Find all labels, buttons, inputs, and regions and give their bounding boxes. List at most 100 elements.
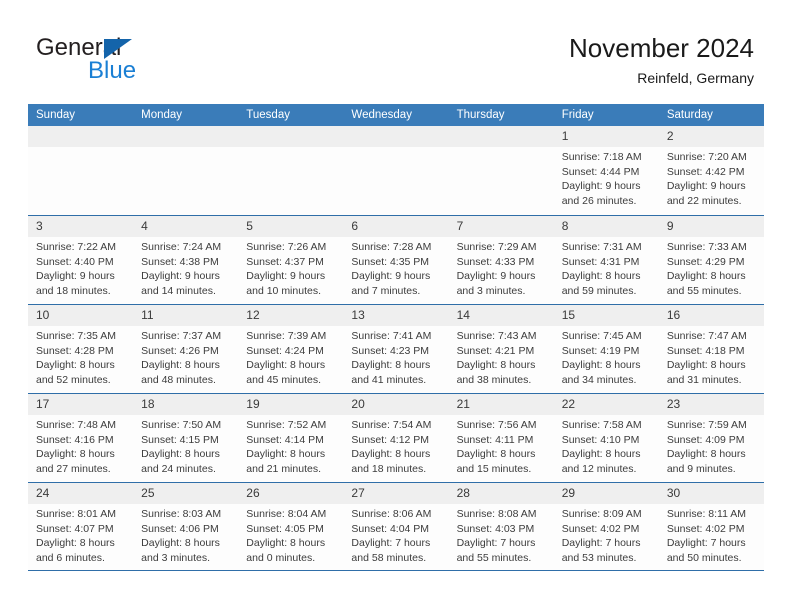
calendar-day-cell[interactable]: 11 Sunrise: 7:37 AM Sunset: 4:26 PM Dayligh… bbox=[133, 305, 239, 393]
sunset-text: Sunset: 4:31 PM bbox=[561, 255, 640, 268]
calendar-day-cell[interactable]: 21 Sunrise: 7:56 AM Sunset: 4:11 PM Dayligh… bbox=[448, 394, 554, 482]
daylight-text-line2: and 18 minutes. bbox=[36, 284, 111, 297]
daylight-text-line2: and 59 minutes. bbox=[561, 284, 637, 297]
sunset-text: Sunset: 4:21 PM bbox=[456, 344, 535, 357]
calendar-day-cell[interactable]: 14 Sunrise: 7:43 AM Sunset: 4:21 PM Dayligh… bbox=[448, 305, 554, 393]
calendar-day-cell[interactable]: 2 Sunrise: 7:20 AM Sunset: 4:42 PM Daylight… bbox=[658, 126, 764, 215]
day-number-band: 20 bbox=[343, 394, 449, 415]
sunset-text: Sunset: 4:11 PM bbox=[456, 433, 534, 446]
calendar-day-cell[interactable]: 25 Sunrise: 8:03 AM Sunset: 4:06 PM Dayligh… bbox=[133, 483, 239, 570]
calendar-day-cell[interactable]: 4 Sunrise: 7:24 AM Sunset: 4:38 PM Daylight… bbox=[133, 216, 239, 304]
day-details bbox=[133, 147, 238, 150]
day-number: 7 bbox=[456, 219, 464, 233]
day-details bbox=[449, 147, 554, 150]
calendar-day-cell[interactable]: 3 Sunrise: 7:22 AM Sunset: 4:40 PM Daylight… bbox=[28, 216, 134, 304]
calendar-day-cell[interactable]: 5 Sunrise: 7:26 AM Sunset: 4:37 PM Daylight… bbox=[238, 216, 344, 304]
day-number-band: 3 bbox=[28, 216, 134, 237]
sunrise-text: Sunrise: 7:28 AM bbox=[351, 241, 432, 253]
day-number: 2 bbox=[666, 129, 674, 143]
calendar-day-cell[interactable]: 29 Sunrise: 8:09 AM Sunset: 4:02 PM Dayligh… bbox=[553, 483, 659, 570]
daylight-text-line2: and 7 minutes. bbox=[351, 284, 421, 297]
daylight-text-line2: and 0 minutes. bbox=[246, 551, 316, 564]
daylight-text-line2: and 48 minutes. bbox=[141, 373, 216, 386]
calendar-day-cell[interactable]: 7 Sunrise: 7:29 AM Sunset: 4:33 PM Daylight… bbox=[448, 216, 554, 304]
calendar-day-cell[interactable]: 18 Sunrise: 7:50 AM Sunset: 4:15 PM Dayligh… bbox=[133, 394, 239, 482]
sunset-text: Sunset: 4:35 PM bbox=[351, 255, 430, 268]
day-number: 8 bbox=[561, 219, 569, 233]
calendar-day-cell[interactable]: 1 Sunrise: 7:18 AM Sunset: 4:44 PM Daylight… bbox=[553, 126, 659, 215]
calendar-day-cell[interactable]: 30 Sunrise: 8:11 AM Sunset: 4:02 PM Dayligh… bbox=[658, 483, 764, 570]
sunset-text: Sunset: 4:09 PM bbox=[666, 433, 745, 446]
day-number: 5 bbox=[246, 219, 253, 233]
sunrise-text: Sunrise: 7:37 AM bbox=[141, 330, 222, 342]
daylight-text-line2: and 24 minutes. bbox=[141, 462, 216, 475]
calendar-week-row: 10 Sunrise: 7:35 AM Sunset: 4:28 PM Dayligh… bbox=[28, 304, 764, 393]
sunset-text: Sunset: 4:05 PM bbox=[246, 522, 324, 535]
day-number: 25 bbox=[141, 486, 155, 500]
calendar-page: General Blue November 2024 Reinfeld, Ger… bbox=[0, 0, 792, 612]
weekday-header-saturday: Saturday bbox=[666, 109, 713, 121]
day-number-band: 26 bbox=[238, 483, 344, 504]
daylight-text-line1: Daylight: 8 hours bbox=[666, 359, 746, 372]
day-number-band: 5 bbox=[238, 216, 344, 237]
calendar-day-cell[interactable]: 22 Sunrise: 7:58 AM Sunset: 4:10 PM Dayligh… bbox=[553, 394, 659, 482]
day-number: 20 bbox=[351, 397, 365, 411]
calendar-day-cell[interactable]: 19 Sunrise: 7:52 AM Sunset: 4:14 PM Dayligh… bbox=[238, 394, 344, 482]
sunset-text: Sunset: 4:26 PM bbox=[141, 344, 219, 357]
calendar-day-cell[interactable]: 23 Sunrise: 7:59 AM Sunset: 4:09 PM Dayligh… bbox=[658, 394, 764, 482]
calendar-day-cell[interactable]: 16 Sunrise: 7:47 AM Sunset: 4:18 PM Dayligh… bbox=[658, 305, 764, 393]
weekday-header-wednesday: Wednesday bbox=[351, 109, 412, 121]
calendar-day-cell[interactable]: 27 Sunrise: 8:06 AM Sunset: 4:04 PM Dayligh… bbox=[343, 483, 449, 570]
title-block: November 2024 Reinfeld, Germany bbox=[569, 32, 754, 88]
calendar-day-cell[interactable]: 20 Sunrise: 7:54 AM Sunset: 4:12 PM Dayligh… bbox=[343, 394, 449, 482]
day-number-band: 12 bbox=[238, 305, 344, 326]
day-details: Sunrise: 7:50 AM Sunset: 4:15 PM Daylight:… bbox=[133, 415, 238, 476]
day-number-band bbox=[448, 126, 554, 147]
day-number-band: 21 bbox=[448, 394, 554, 415]
day-details: Sunrise: 7:33 AM Sunset: 4:29 PM Daylight:… bbox=[659, 237, 764, 298]
day-details: Sunrise: 7:47 AM Sunset: 4:18 PM Daylight:… bbox=[659, 326, 764, 387]
calendar-day-cell[interactable]: 9 Sunrise: 7:33 AM Sunset: 4:29 PM Daylight… bbox=[658, 216, 764, 304]
sunrise-text: Sunrise: 7:33 AM bbox=[666, 241, 747, 253]
calendar-day-cell[interactable]: 8 Sunrise: 7:31 AM Sunset: 4:31 PM Daylight… bbox=[553, 216, 659, 304]
calendar-week-row: 3 Sunrise: 7:22 AM Sunset: 4:40 PM Daylight… bbox=[28, 215, 764, 304]
sunrise-text: Sunrise: 7:48 AM bbox=[36, 419, 116, 431]
daylight-text-line2: and 58 minutes. bbox=[351, 551, 427, 564]
calendar-day-cell[interactable]: 6 Sunrise: 7:28 AM Sunset: 4:35 PM Daylight… bbox=[343, 216, 449, 304]
sunrise-text: Sunrise: 7:58 AM bbox=[561, 419, 642, 431]
sunset-text: Sunset: 4:10 PM bbox=[561, 433, 640, 446]
page-subtitle: Reinfeld, Germany bbox=[637, 70, 754, 86]
day-details: Sunrise: 7:20 AM Sunset: 4:42 PM Daylight:… bbox=[659, 147, 764, 208]
daylight-text-line1: Daylight: 8 hours bbox=[246, 537, 326, 550]
calendar-day-cell[interactable]: 17 Sunrise: 7:48 AM Sunset: 4:16 PM Dayligh… bbox=[28, 394, 134, 482]
calendar-day-cell[interactable]: 26 Sunrise: 8:04 AM Sunset: 4:05 PM Dayligh… bbox=[238, 483, 344, 570]
sunset-text: Sunset: 4:44 PM bbox=[561, 165, 640, 178]
day-details: Sunrise: 7:37 AM Sunset: 4:26 PM Daylight:… bbox=[133, 326, 238, 387]
calendar-day-cell[interactable]: 24 Sunrise: 8:01 AM Sunset: 4:07 PM Dayligh… bbox=[28, 483, 134, 570]
day-number-band: 18 bbox=[133, 394, 239, 415]
day-details: Sunrise: 7:56 AM Sunset: 4:11 PM Daylight:… bbox=[449, 415, 554, 476]
sunset-text: Sunset: 4:02 PM bbox=[666, 522, 745, 535]
sunrise-text: Sunrise: 7:54 AM bbox=[351, 419, 432, 431]
daylight-text-line1: Daylight: 8 hours bbox=[351, 359, 431, 372]
daylight-text-line1: Daylight: 8 hours bbox=[141, 537, 220, 550]
day-number: 29 bbox=[561, 486, 576, 500]
calendar-day-cell[interactable]: 12 Sunrise: 7:39 AM Sunset: 4:24 PM Dayligh… bbox=[238, 305, 344, 393]
sunset-text: Sunset: 4:19 PM bbox=[561, 344, 640, 357]
daylight-text-line2: and 6 minutes. bbox=[36, 551, 105, 564]
calendar-day-cell[interactable]: 15 Sunrise: 7:45 AM Sunset: 4:19 PM Dayligh… bbox=[553, 305, 659, 393]
weekday-header-row: Sunday Monday Tuesday Wednesday Thursday… bbox=[28, 104, 764, 126]
weekday-header-tuesday: Tuesday bbox=[246, 109, 290, 121]
day-details: Sunrise: 7:39 AM Sunset: 4:24 PM Daylight:… bbox=[238, 326, 343, 387]
day-number-band: 25 bbox=[133, 483, 239, 504]
calendar-day-cell[interactable]: 10 Sunrise: 7:35 AM Sunset: 4:28 PM Dayligh… bbox=[28, 305, 134, 393]
calendar-day-cell[interactable]: 28 Sunrise: 8:08 AM Sunset: 4:03 PM Dayligh… bbox=[448, 483, 554, 570]
calendar-week-row: 17 Sunrise: 7:48 AM Sunset: 4:16 PM Dayligh… bbox=[28, 393, 764, 482]
sunrise-text: Sunrise: 8:09 AM bbox=[561, 508, 642, 520]
sunset-text: Sunset: 4:15 PM bbox=[141, 433, 219, 446]
sunset-text: Sunset: 4:40 PM bbox=[36, 255, 114, 268]
calendar-day-cell[interactable]: 13 Sunrise: 7:41 AM Sunset: 4:23 PM Dayligh… bbox=[343, 305, 449, 393]
daylight-text-line1: Daylight: 9 hours bbox=[561, 180, 641, 193]
general-blue-logo[interactable]: General Blue bbox=[36, 34, 216, 92]
daylight-text-line2: and 14 minutes. bbox=[141, 284, 216, 297]
